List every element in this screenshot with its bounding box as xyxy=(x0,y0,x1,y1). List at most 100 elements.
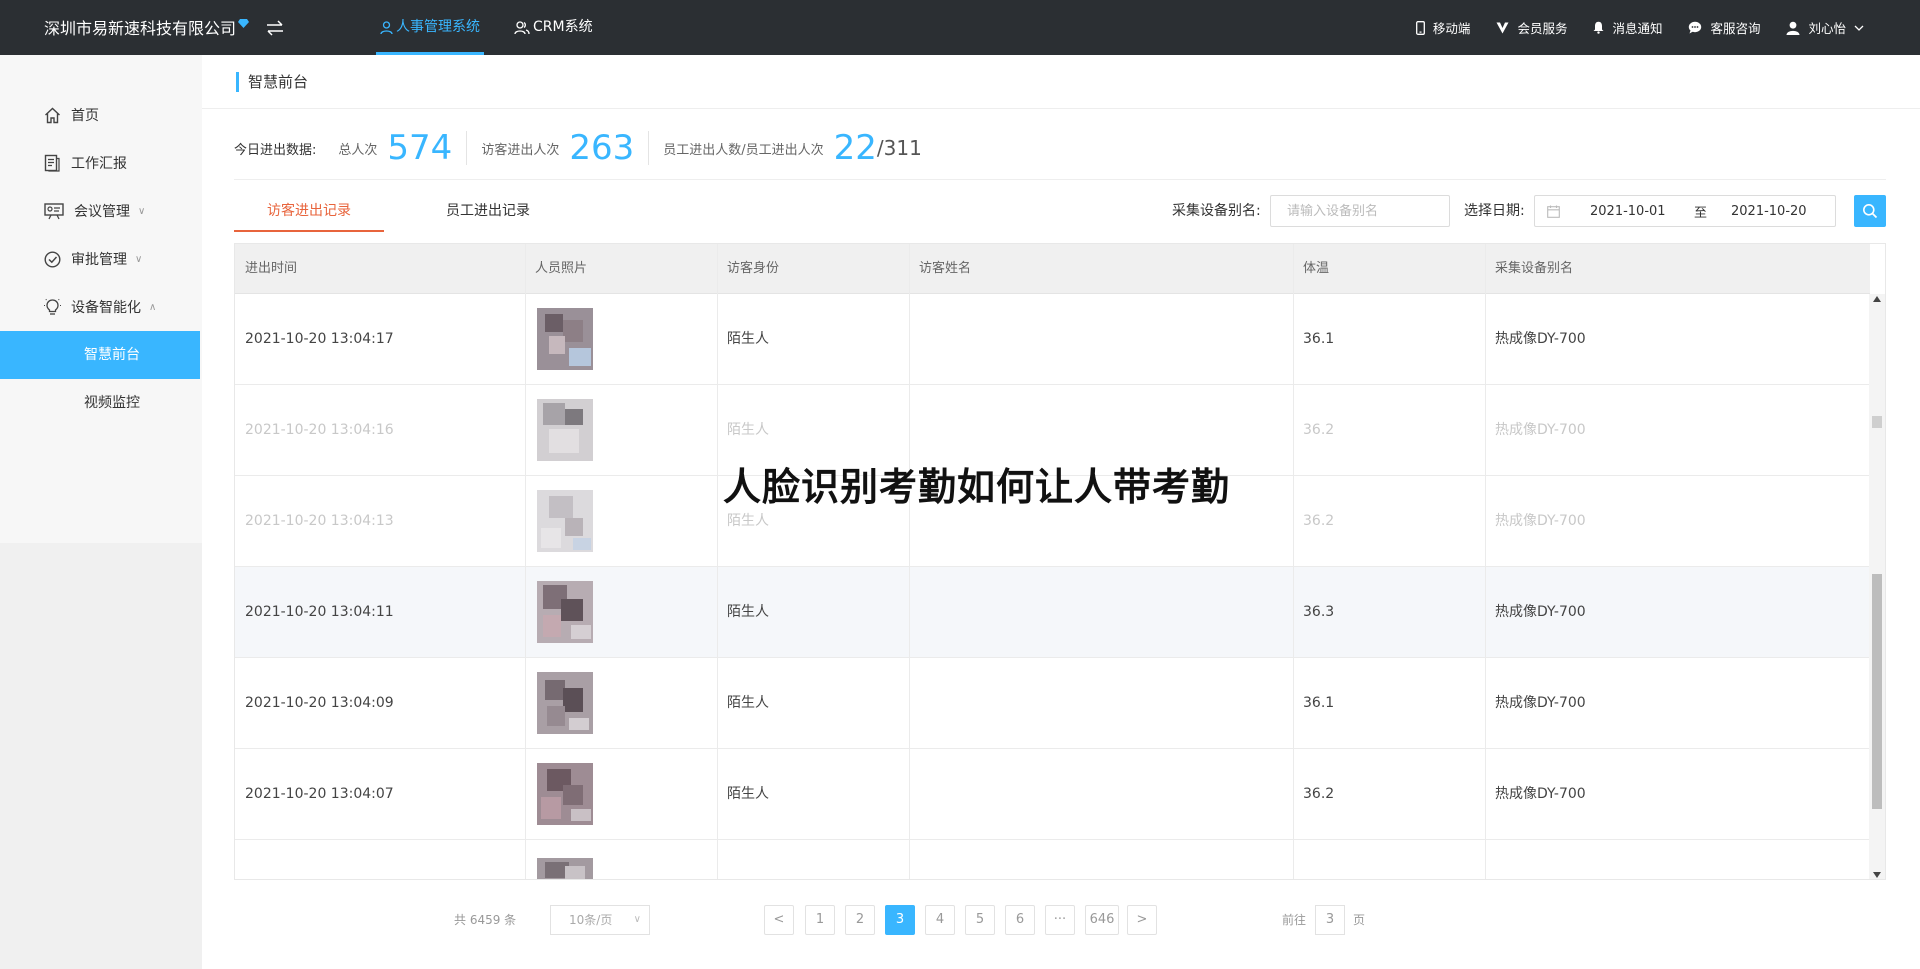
next-page-button[interactable]: > xyxy=(1127,905,1157,935)
home-icon xyxy=(45,107,60,123)
device-alias-input[interactable] xyxy=(1270,195,1450,227)
page-button-2[interactable]: 2 xyxy=(845,905,875,935)
tab-label: 员工进出记录 xyxy=(446,203,530,219)
cell-name xyxy=(909,749,919,840)
sidebar-item-label: 审批管理 xyxy=(71,252,127,268)
column-divider xyxy=(1485,244,1486,879)
page-button-1[interactable]: 1 xyxy=(805,905,835,935)
page-button-last[interactable]: 646 xyxy=(1085,905,1119,935)
sidebar-item-approval[interactable]: 审批管理 ∨ xyxy=(0,235,202,283)
person-icon xyxy=(380,20,393,34)
table-row[interactable]: 2021-10-20 13:04:17 陌生人 36.1 热成像DY-700 xyxy=(235,294,1870,385)
cell-name xyxy=(909,294,919,385)
bell-icon xyxy=(1593,21,1604,34)
cell-temperature: 36.2 xyxy=(1303,786,1335,802)
cell-device: 热成像DY-700 xyxy=(1495,604,1586,620)
cell-name xyxy=(909,840,919,879)
staff-count-total: /311 xyxy=(876,136,922,160)
cell-device: 热成像DY-700 xyxy=(1495,786,1586,802)
date-start-value: 2021-10-01 xyxy=(1590,203,1666,219)
device-filter-label: 采集设备别名: xyxy=(1172,203,1261,219)
diamond-icon xyxy=(238,19,250,28)
staff-count-label: 员工进出人数/员工进出人次 xyxy=(663,142,824,158)
stats-divider xyxy=(466,131,468,165)
sidebar-item-label: 首页 xyxy=(71,108,99,124)
mobile-link[interactable]: 移动端 xyxy=(1415,18,1470,37)
person-photo xyxy=(537,581,593,643)
table-row[interactable]: 2021-10-20 13:04:09 陌生人 36.1 热成像DY-700 xyxy=(235,658,1870,749)
table-row[interactable]: 2021-10-20 13:04:11 陌生人 36.3 热成像DY-700 xyxy=(235,567,1870,658)
cell-temperature: 36.2 xyxy=(1303,422,1335,438)
page-size-select[interactable]: 10条/页 ∨ xyxy=(550,905,650,935)
column-divider xyxy=(909,244,910,879)
calendar-icon xyxy=(1547,205,1560,218)
sidebar-item-smart-devices[interactable]: 设备智能化 ∧ xyxy=(0,283,202,331)
user-menu[interactable]: 刘心怡 xyxy=(1786,18,1872,37)
switch-icon[interactable] xyxy=(264,17,286,39)
system-nav: 人事管理系统 CRM系统 xyxy=(376,0,625,55)
column-header-device: 采集设备别名 xyxy=(1495,261,1574,276)
cell-temperature: 36.1 xyxy=(1303,331,1335,347)
page-button-4[interactable]: 4 xyxy=(925,905,955,935)
sidebar-item-work-report[interactable]: 工作汇报 xyxy=(0,139,202,187)
vip-service-label: 会员服务 xyxy=(1517,21,1568,36)
notification-label: 消息通知 xyxy=(1612,21,1663,36)
date-range-picker[interactable]: 2021-10-01 至 2021-10-20 xyxy=(1534,195,1836,227)
search-button[interactable] xyxy=(1854,195,1886,227)
chevron-down-icon: ∨ xyxy=(633,914,641,925)
sidebar-item-meeting[interactable]: 会议管理 ∨ xyxy=(0,187,202,235)
scrollbar-thumb[interactable] xyxy=(1872,574,1882,809)
tab-staff-records[interactable]: 员工进出记录 xyxy=(413,202,563,232)
cell-time xyxy=(235,840,245,879)
overlay-title: 人脸识别考勤如何让人带考勤 xyxy=(723,465,1231,509)
scroll-up-arrow[interactable] xyxy=(1873,296,1881,302)
sidebar-subitem-smart-reception[interactable]: 智慧前台 xyxy=(0,331,200,379)
sidebar-item-home[interactable]: 首页 xyxy=(0,91,202,139)
people-icon xyxy=(514,20,530,34)
table-row[interactable]: 2021-10-20 13:04:07 陌生人 36.2 热成像DY-700 xyxy=(235,749,1870,840)
main-content: 智慧前台 今日进出数据: 总人次 574 访客进出人次 263 员工进出人数/员… xyxy=(202,55,1920,969)
scrollbar-marker xyxy=(1872,416,1882,428)
page-size-value: 10条/页 xyxy=(569,913,613,927)
notification-link[interactable]: 消息通知 xyxy=(1593,18,1662,37)
company-name-text: 深圳市易新速科技有限公司 xyxy=(44,19,237,38)
total-count-label: 总人次 xyxy=(338,142,378,158)
visitor-count-value: 263 xyxy=(569,128,635,168)
page-button-6[interactable]: 6 xyxy=(1005,905,1035,935)
page-button-5[interactable]: 5 xyxy=(965,905,995,935)
cell-device xyxy=(1485,840,1495,879)
company-name: 深圳市易新速科技有限公司 xyxy=(44,15,250,39)
cell-temperature: 36.2 xyxy=(1303,513,1335,529)
table-header: 进出时间 人员照片 访客身份 访客姓名 体温 采集设备别名 xyxy=(235,244,1870,294)
cell-time: 2021-10-20 13:04:09 xyxy=(245,695,394,711)
tab-visitor-records[interactable]: 访客进出记录 xyxy=(234,202,384,232)
page-button-3[interactable]: 3 xyxy=(885,905,915,935)
cell-identity: 陌生人 xyxy=(727,331,769,347)
support-link[interactable]: 客服咨询 xyxy=(1688,18,1760,37)
cell-identity: 陌生人 xyxy=(727,695,769,711)
person-photo xyxy=(537,490,593,552)
table-row[interactable] xyxy=(235,840,1870,879)
stats-divider-line xyxy=(234,179,1886,180)
column-header-name: 访客姓名 xyxy=(919,261,972,276)
stats-divider xyxy=(648,131,650,165)
date-end-value: 2021-10-20 xyxy=(1731,203,1807,219)
chat-icon xyxy=(1689,21,1702,34)
chevron-down-icon: ∨ xyxy=(138,205,146,217)
top-toolbar: 移动端 会员服务 消息通知 客服咨询 刘心怡 xyxy=(1390,0,1872,55)
goto-page-input[interactable]: 3 xyxy=(1315,905,1345,935)
nav-crm-system[interactable]: CRM系统 xyxy=(512,0,595,55)
sidebar-subitem-video-monitor[interactable]: 视频监控 xyxy=(0,379,200,427)
page-ellipsis-button[interactable]: ··· xyxy=(1045,905,1075,935)
breadcrumb: 智慧前台 xyxy=(236,72,308,92)
person-photo xyxy=(537,399,593,461)
goto-unit: 页 xyxy=(1353,913,1366,927)
sidebar-item-label: 会议管理 xyxy=(74,204,130,220)
prev-page-button[interactable]: < xyxy=(764,905,794,935)
scroll-down-arrow[interactable] xyxy=(1873,872,1881,878)
vip-service-link[interactable]: 会员服务 xyxy=(1496,18,1567,37)
cell-device: 热成像DY-700 xyxy=(1495,513,1586,529)
stats-title: 今日进出数据: xyxy=(234,142,317,158)
table-scrollbar[interactable] xyxy=(1869,294,1885,879)
nav-hr-system[interactable]: 人事管理系统 xyxy=(376,0,484,55)
